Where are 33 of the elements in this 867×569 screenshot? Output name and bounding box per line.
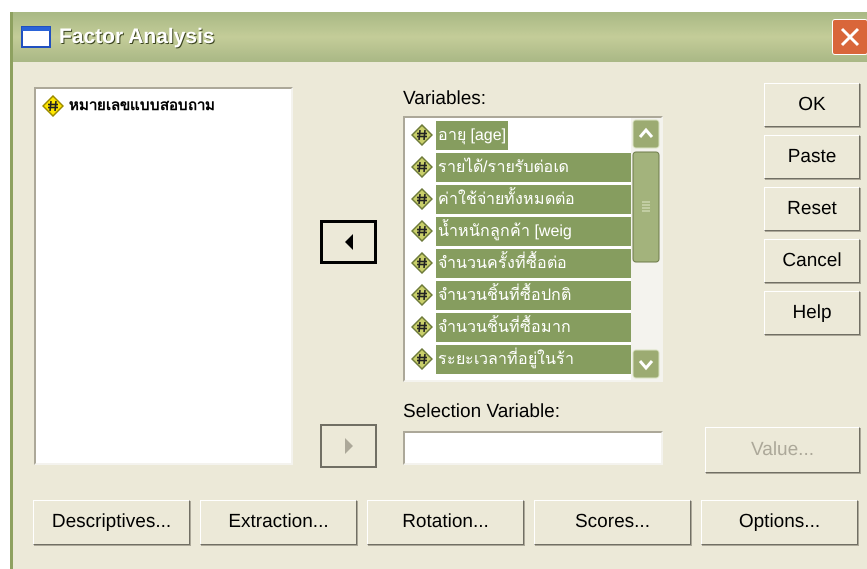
numeric-variable-icon	[411, 156, 433, 178]
scrollbar[interactable]	[631, 118, 661, 380]
dialog-button[interactable]: Rotation...	[367, 500, 524, 545]
scroll-down-button[interactable]	[632, 349, 660, 379]
numeric-variable-icon	[411, 252, 433, 274]
close-button[interactable]	[832, 19, 867, 55]
variables-label: Variables:	[403, 87, 488, 111]
numeric-variable-icon	[411, 284, 433, 306]
numeric-variable-icon	[411, 188, 433, 210]
window-title: Factor Analysis	[59, 24, 215, 50]
scroll-up-button[interactable]	[632, 119, 660, 149]
numeric-variable-icon	[411, 316, 433, 338]
numeric-variable-icon	[411, 348, 433, 370]
dialog-button[interactable]: Descriptives...	[33, 500, 190, 545]
move-button[interactable]	[320, 220, 377, 264]
dialog-button[interactable]: Cancel	[764, 239, 860, 283]
numeric-variable-icon	[411, 220, 433, 242]
scroll-thumb[interactable]	[632, 151, 660, 263]
dialog-button[interactable]: Extraction...	[200, 500, 357, 545]
numeric-variable-icon	[411, 124, 433, 146]
window-icon	[21, 26, 51, 48]
dialog-button[interactable]: Scores...	[534, 500, 691, 545]
source-variable-list[interactable]: หมายเลขแบบสอบถาม	[34, 87, 293, 465]
dialog-button[interactable]: Options...	[701, 500, 858, 545]
dialog-button[interactable]: Help	[764, 291, 860, 335]
selection-variable-label: Selection Variable:	[403, 400, 562, 424]
close-icon	[839, 26, 861, 48]
dialog-button[interactable]: OK	[764, 83, 860, 127]
dialog-button[interactable]: Reset	[764, 187, 860, 231]
numeric-variable-icon	[42, 95, 64, 118]
variable-item[interactable]: หมายเลขแบบสอบถาม	[68, 95, 216, 118]
selection-variable-field[interactable]	[403, 431, 663, 465]
dialog-button[interactable]: Paste	[764, 135, 860, 179]
